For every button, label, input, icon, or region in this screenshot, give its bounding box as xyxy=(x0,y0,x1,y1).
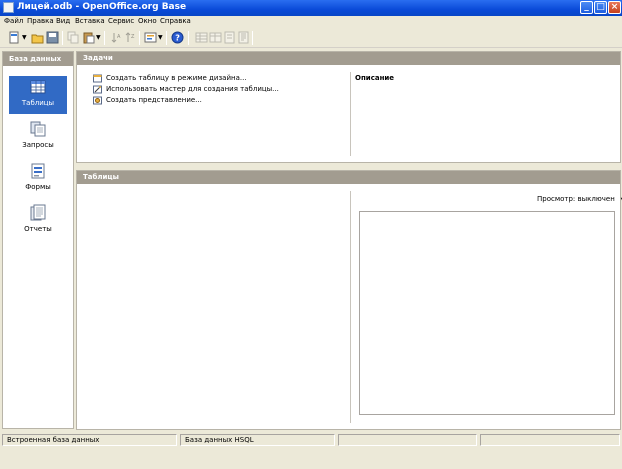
tasks-panel-header: Задачи xyxy=(77,52,620,65)
paste-icon[interactable] xyxy=(82,31,95,44)
menu-window[interactable]: Окно xyxy=(138,17,157,25)
menu-tools[interactable]: Сервис xyxy=(108,17,134,25)
task-table-wizard-label: Использовать мастер для создания таблицы… xyxy=(106,85,279,93)
preview-selector-label: Просмотр: выключен xyxy=(537,195,615,203)
close-button[interactable]: × xyxy=(608,1,621,14)
toolbar-separator xyxy=(188,31,189,45)
toolbar-separator xyxy=(104,31,105,45)
task-create-view-label: Создать представление... xyxy=(106,96,202,104)
menu-insert[interactable]: Вставка xyxy=(75,17,105,25)
status-cell-4 xyxy=(480,434,620,446)
svg-text:A: A xyxy=(117,34,121,40)
svg-text:Z: Z xyxy=(131,34,135,40)
table-icon[interactable] xyxy=(195,31,208,44)
new-document-icon[interactable] xyxy=(8,31,21,44)
report-icon[interactable] xyxy=(237,31,250,44)
wizard-icon xyxy=(93,85,102,94)
nav-item-forms-label: Формы xyxy=(25,183,51,191)
tables-divider[interactable] xyxy=(350,191,351,423)
query-icon[interactable] xyxy=(209,31,222,44)
menu-bar: Файл Правка Вид Вставка Сервис Окно Спра… xyxy=(0,16,622,28)
status-embedded-db: Встроенная база данных xyxy=(2,434,177,446)
status-cell-3 xyxy=(338,434,477,446)
nav-item-forms[interactable]: Формы xyxy=(9,160,67,198)
toolbar-separator xyxy=(252,31,253,45)
view-icon xyxy=(93,96,102,105)
tasks-panel: Задачи Создать таблицу в режиме дизайна.… xyxy=(76,51,621,163)
nav-item-reports-label: Отчеты xyxy=(24,225,52,233)
queries-icon xyxy=(29,120,47,138)
toolbar-separator xyxy=(166,31,167,45)
nav-item-queries-label: Запросы xyxy=(22,141,54,149)
tables-icon xyxy=(29,78,47,96)
sort-ascending-icon[interactable]: A xyxy=(110,31,123,44)
table-design-icon xyxy=(93,74,102,83)
svg-text:?: ? xyxy=(175,34,180,43)
status-db-type: База данных HSQL xyxy=(180,434,335,446)
app-icon xyxy=(3,2,14,13)
preview-selector[interactable]: Просмотр: выключен▼ xyxy=(537,195,622,203)
toolbar-separator xyxy=(62,31,63,45)
nav-item-reports[interactable]: Отчеты xyxy=(9,202,67,240)
open-folder-icon[interactable] xyxy=(31,31,44,44)
database-panel: База данных Таблицы Запросы Формы Отчеты xyxy=(2,51,74,429)
description-title: Описание xyxy=(355,74,395,82)
sort-descending-icon[interactable]: Z xyxy=(124,31,137,44)
window-title: Лицей.odb - OpenOffice.org Base xyxy=(17,2,187,12)
paste-dropdown-arrow[interactable]: ▼ xyxy=(96,33,101,42)
help-icon[interactable]: ? xyxy=(171,31,184,44)
menu-help[interactable]: Справка xyxy=(160,17,191,25)
nav-item-tables-label: Таблицы xyxy=(21,99,55,107)
copy-icon[interactable] xyxy=(67,31,80,44)
standard-toolbar: ▼ ▼ A Z ▼ ? xyxy=(0,28,622,48)
form-icon[interactable] xyxy=(223,31,236,44)
form-dropdown-arrow[interactable]: ▼ xyxy=(158,33,163,42)
menu-file[interactable]: Файл xyxy=(4,17,23,25)
nav-item-tables[interactable]: Таблицы xyxy=(9,76,67,114)
menu-edit[interactable]: Правка xyxy=(27,17,54,25)
new-dropdown-arrow[interactable]: ▼ xyxy=(22,33,27,42)
preview-area xyxy=(359,211,615,415)
tasks-divider[interactable] xyxy=(350,72,351,156)
reports-icon xyxy=(29,204,47,222)
minimize-button[interactable]: _ xyxy=(580,1,593,14)
toolbar-separator xyxy=(139,31,140,45)
nav-item-queries[interactable]: Запросы xyxy=(9,118,67,156)
tables-panel: Таблицы Просмотр: выключен▼ xyxy=(76,170,622,430)
save-icon[interactable] xyxy=(46,31,59,44)
maximize-button[interactable]: □ xyxy=(594,1,607,14)
database-panel-header: База данных xyxy=(3,52,73,66)
title-bar[interactable]: Лицей.odb - OpenOffice.org Base _ □ × xyxy=(0,0,622,16)
status-bar: Встроенная база данных База данных HSQL xyxy=(0,433,622,447)
form-view-icon[interactable] xyxy=(144,31,157,44)
forms-icon xyxy=(29,162,47,180)
menu-view[interactable]: Вид xyxy=(56,17,70,25)
task-create-table-design-label: Создать таблицу в режиме дизайна... xyxy=(106,74,247,82)
tables-panel-header: Таблицы xyxy=(77,171,620,184)
